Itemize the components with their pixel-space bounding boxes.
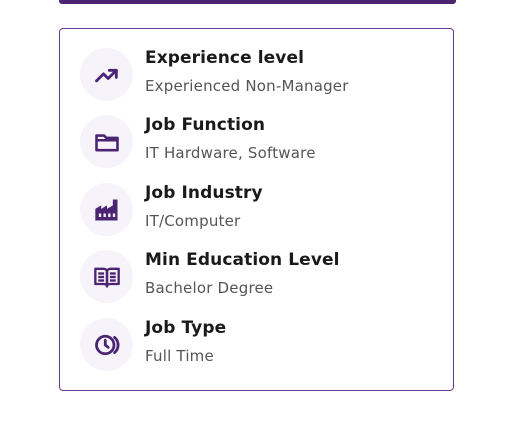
detail-row-experience-level: Experience level Experienced Non-Manager: [80, 48, 440, 104]
job-details-card: Experience level Experienced Non-Manager…: [59, 28, 454, 391]
detail-row-job-industry: Job Industry IT/Computer: [80, 183, 440, 239]
book-icon: [80, 250, 133, 303]
job-industry-value: IT/Computer: [145, 212, 241, 230]
trending-up-icon: [80, 48, 133, 101]
experience-level-label: Experience level: [145, 48, 305, 68]
job-function-label: Job Function: [145, 115, 266, 135]
folder-icon: [80, 115, 133, 168]
detail-row-job-function: Job Function IT Hardware, Software: [80, 115, 440, 171]
detail-row-job-type: Job Type Full Time: [80, 318, 440, 374]
job-type-label: Job Type: [145, 318, 227, 338]
job-function-value: IT Hardware, Software: [145, 144, 316, 162]
experience-level-value: Experienced Non-Manager: [145, 77, 349, 95]
clock-icon: [80, 318, 133, 371]
min-education-level-label: Min Education Level: [145, 250, 340, 270]
job-industry-label: Job Industry: [145, 183, 263, 203]
top-accent-bar: [59, 0, 456, 4]
min-education-level-value: Bachelor Degree: [145, 279, 274, 297]
detail-row-min-education-level: Min Education Level Bachelor Degree: [80, 250, 440, 306]
job-type-value: Full Time: [145, 347, 214, 365]
factory-icon: [80, 183, 133, 236]
